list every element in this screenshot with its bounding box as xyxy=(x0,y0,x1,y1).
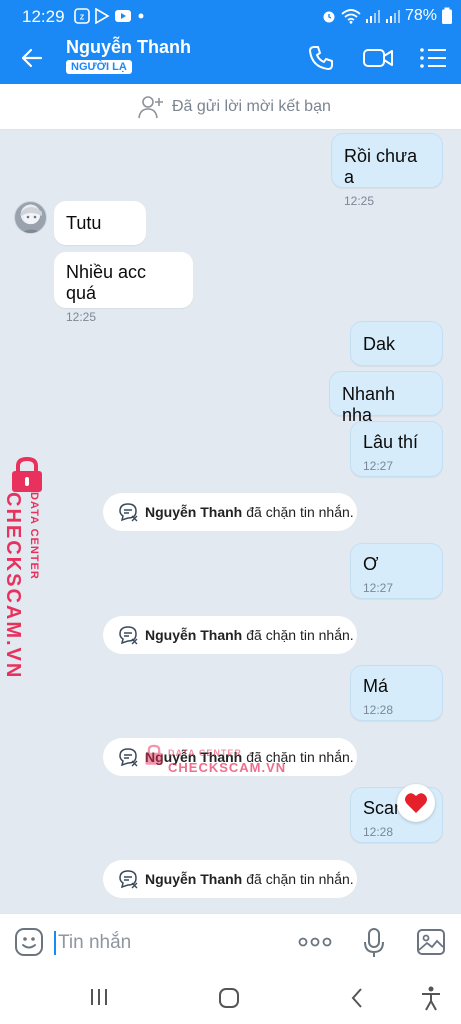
zalo-icon: Z xyxy=(74,8,90,24)
text-cursor xyxy=(54,931,56,955)
message-bubble[interactable]: Dak xyxy=(350,321,443,366)
system-nav-bar xyxy=(0,971,461,1024)
recent-apps-icon[interactable] xyxy=(88,987,110,1007)
friend-request-text: Đã gửi lời mời kết bạn xyxy=(172,98,331,115)
message-text: Nhiều acc quá xyxy=(66,262,147,303)
message-bubble[interactable]: Rồi chưa a 12:25 xyxy=(331,133,443,208)
video-call-icon[interactable] xyxy=(362,43,394,73)
blocked-notice: Nguyễn Thanh đã chặn tin nhắn. xyxy=(103,493,357,531)
battery-icon xyxy=(442,7,452,24)
status-bar: 12:29 Z 78% xyxy=(0,0,461,32)
wifi-icon xyxy=(341,9,361,24)
message-input[interactable]: Tin nhắn xyxy=(58,932,131,954)
blocked-notice: Nguyễn Thanh đã chặn tin nhắn. xyxy=(103,860,357,898)
watermark-data-center: DATA CENTER xyxy=(28,492,40,580)
message-time: 12:28 xyxy=(363,825,394,839)
watermark-data-center: DATA CENTER xyxy=(168,748,242,758)
message-bubble[interactable]: Nhiều acc quá 12:25 xyxy=(54,252,193,324)
home-icon[interactable] xyxy=(218,987,240,1009)
watermark-checkscam: CHECKSCAM.VN xyxy=(168,760,287,775)
status-left-icons: Z xyxy=(74,8,146,24)
message-bubble[interactable]: Tutu xyxy=(54,201,146,245)
blocked-chat-icon xyxy=(119,503,138,522)
message-text: Má xyxy=(363,676,389,696)
stranger-badge: NGƯỜI LẠ xyxy=(66,60,132,74)
phone-call-icon[interactable] xyxy=(306,43,336,73)
battery-text: 78% xyxy=(404,7,437,24)
message-text: Tutu xyxy=(66,213,102,233)
blocked-notice: Nguyễn Thanh đã chặn tin nhắn. xyxy=(103,616,357,654)
avatar-image xyxy=(21,207,42,233)
message-time: 12:27 xyxy=(363,459,394,473)
microphone-icon[interactable] xyxy=(362,927,386,959)
nav-back-icon[interactable] xyxy=(350,987,364,1009)
sticker-icon[interactable] xyxy=(14,927,44,957)
image-icon[interactable] xyxy=(416,928,446,956)
accessibility-icon[interactable] xyxy=(420,985,442,1011)
dot-icon xyxy=(138,13,144,19)
message-bubble[interactable]: Lâu thí 12:27 xyxy=(350,421,443,477)
status-time: 12:29 xyxy=(22,7,65,26)
chat-header: Nguyễn Thanh NGƯỜI LẠ xyxy=(0,32,461,84)
signal-icon xyxy=(365,10,380,23)
message-bubble[interactable]: Má 12:28 xyxy=(350,665,443,721)
watermark-checkscam: CHECKSCAM.VN xyxy=(2,492,24,680)
svg-text:Z: Z xyxy=(80,15,85,22)
play-store-icon xyxy=(95,8,110,24)
more-dots-icon[interactable] xyxy=(298,934,332,950)
blocked-notice-name: Nguyễn Thanh xyxy=(145,504,243,520)
lock-icon xyxy=(145,744,163,765)
message-text: Nhanh nha xyxy=(342,384,396,425)
menu-list-icon[interactable] xyxy=(418,44,448,72)
message-time: 12:27 xyxy=(363,581,394,595)
message-bubble[interactable]: Ơ 12:27 xyxy=(350,543,443,599)
alarm-icon xyxy=(323,11,335,23)
blocked-notice-name: Nguyễn Thanh xyxy=(145,627,243,643)
blocked-chat-icon xyxy=(119,870,138,889)
blocked-notice-text: đã chặn tin nhắn. xyxy=(246,871,354,887)
status-right: 78% xyxy=(321,7,453,25)
chat-area[interactable]: Rồi chưa a 12:25 Tutu Nhiều acc quá 12:2… xyxy=(0,131,461,913)
heart-reaction[interactable] xyxy=(397,784,435,822)
message-text: Rồi chưa a xyxy=(344,146,418,187)
message-time: 12:25 xyxy=(66,310,97,324)
message-text: Lâu thí xyxy=(363,432,419,452)
blocked-notice-text: đã chặn tin nhắn. xyxy=(246,627,354,643)
add-friend-icon xyxy=(138,96,163,119)
top-bar: 12:29 Z 78% Nguyễn Thanh NGƯỜI LẠ xyxy=(0,0,461,84)
heart-icon xyxy=(405,793,427,813)
signal-icon xyxy=(385,10,400,23)
youtube-icon xyxy=(115,10,131,22)
lock-icon xyxy=(12,456,42,492)
avatar[interactable] xyxy=(14,201,47,234)
blocked-chat-icon xyxy=(119,748,138,767)
message-time: 12:28 xyxy=(363,703,394,717)
back-arrow-icon[interactable] xyxy=(18,44,46,72)
friend-request-bar: Đã gửi lời mời kết bạn xyxy=(0,84,461,130)
blocked-notice-name: Nguyễn Thanh xyxy=(145,871,243,887)
message-bubble[interactable]: Nhanh nha xyxy=(329,371,443,425)
message-text: Dak xyxy=(363,334,396,354)
message-text: Ơ xyxy=(363,554,379,574)
blocked-chat-icon xyxy=(119,626,138,645)
message-input-bar: Tin nhắn xyxy=(0,913,461,971)
contact-name[interactable]: Nguyễn Thanh xyxy=(66,37,191,58)
message-time: 12:25 xyxy=(344,194,375,208)
blocked-notice-text: đã chặn tin nhắn. xyxy=(246,504,354,520)
